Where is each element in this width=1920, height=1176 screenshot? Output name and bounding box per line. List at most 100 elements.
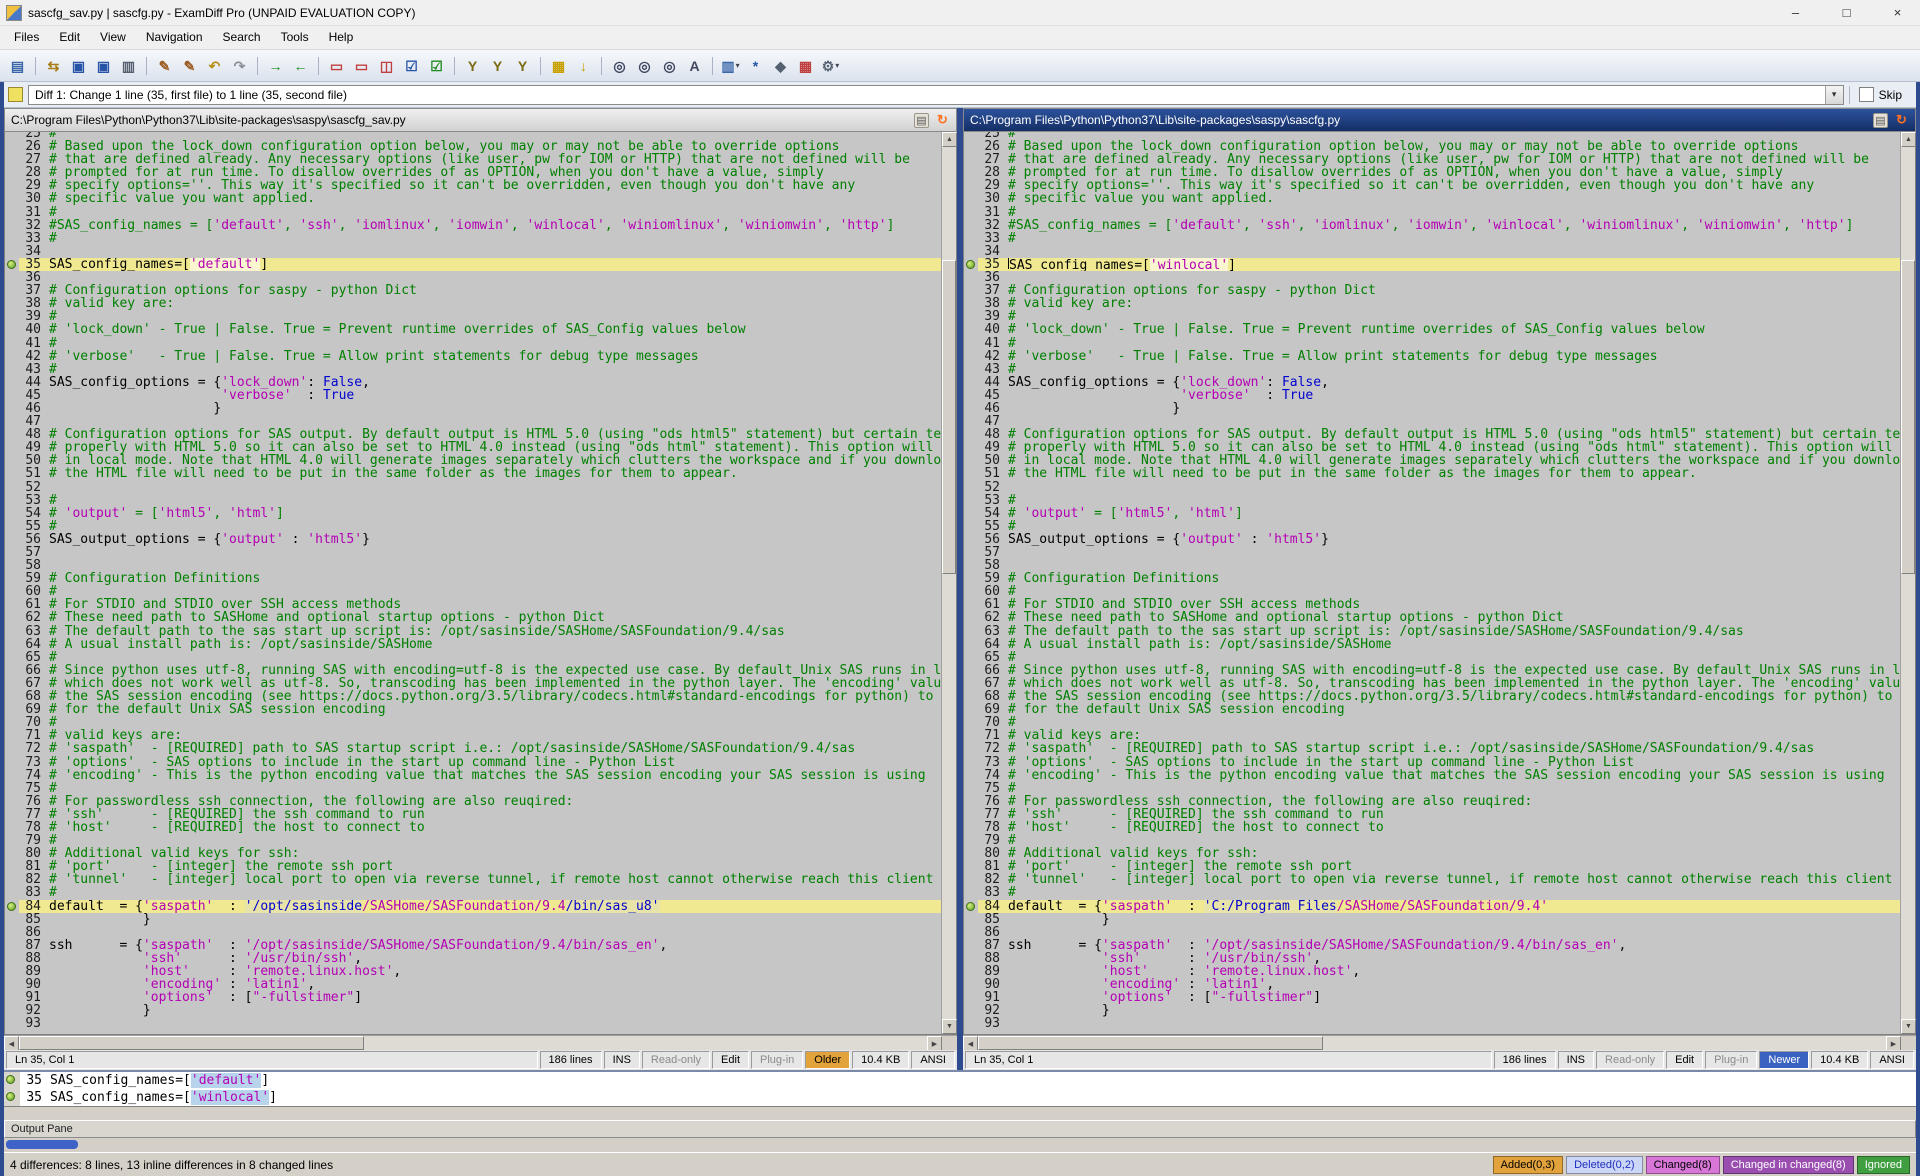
print-icon[interactable]: ▤ <box>1873 113 1888 128</box>
output-splitter[interactable] <box>4 1107 1916 1120</box>
scroll-up-icon[interactable]: ▲ <box>942 132 957 147</box>
menu-item-help[interactable]: Help <box>319 26 364 49</box>
scroll-down-icon[interactable]: ▼ <box>942 1019 957 1034</box>
menu-item-tools[interactable]: Tools <box>271 26 319 49</box>
menu-item-view[interactable]: View <box>90 26 136 49</box>
edit-second-file-icon[interactable]: ✎ <box>178 54 201 77</box>
code-text: # <box>1008 494 1900 507</box>
prev-change-icon[interactable]: ← <box>289 54 312 77</box>
scrollbar-thumb[interactable] <box>942 260 956 574</box>
scrollbar-track[interactable] <box>19 1036 927 1050</box>
current-diff-dropdown[interactable]: Diff 1: Change 1 line (35, first file) t… <box>28 85 1844 105</box>
chevron-down-icon[interactable]: ▾ <box>1825 86 1843 104</box>
next-change-icon[interactable]: → <box>264 54 287 77</box>
sync-scroll-icon[interactable]: ☑ <box>400 54 423 77</box>
horizontal-scrollbar-right[interactable]: ◀ ▶ <box>963 1035 1916 1050</box>
options-filter-icon[interactable]: Y <box>511 54 534 77</box>
skip-checkbox-icon[interactable] <box>1859 87 1874 102</box>
chevron-down-icon[interactable]: ▾ <box>835 61 839 70</box>
menu-item-navigation[interactable]: Navigation <box>136 26 213 49</box>
gutter <box>964 572 978 585</box>
find-icon[interactable]: ◎ <box>608 54 631 77</box>
redo-icon[interactable]: ↷ <box>228 54 251 77</box>
chevron-down-icon[interactable]: ▾ <box>736 61 740 70</box>
find-in-files-icon[interactable]: ◎ <box>658 54 681 77</box>
code-line: 55# <box>5 520 941 533</box>
scroll-left-icon[interactable]: ◀ <box>4 1036 19 1051</box>
print-icon[interactable]: ▤ <box>914 113 929 128</box>
scroll-right-icon[interactable]: ▶ <box>927 1036 942 1051</box>
detail-row[interactable]: 35SAS_config_names=['winlocal'] <box>4 1089 1916 1106</box>
code-area-left[interactable]: 25#26# Based upon the lock_down configur… <box>5 132 941 1034</box>
diff-detail-pane[interactable]: 35SAS_config_names=['default']35SAS_conf… <box>4 1070 1916 1107</box>
scrollbar-track[interactable] <box>978 1036 1886 1050</box>
gutter <box>964 598 978 611</box>
output-scroll-thumb[interactable] <box>6 1140 78 1149</box>
open-compare-icon[interactable]: ⇆ <box>42 54 65 77</box>
scrollbar-thumb[interactable] <box>1901 260 1915 574</box>
font-options-icon[interactable]: A <box>683 54 706 77</box>
line-filter-icon[interactable]: Y <box>486 54 509 77</box>
line-number: 72 <box>19 742 49 755</box>
code-line: 38# valid key are: <box>5 297 941 310</box>
scroll-left-icon[interactable]: ◀ <box>963 1036 978 1051</box>
gutter <box>5 297 19 310</box>
horizontal-scrollbar-left[interactable]: ◀ ▶ <box>4 1035 957 1050</box>
diff-marker-icon <box>6 1092 15 1101</box>
save-first-icon[interactable]: ▣ <box>67 54 90 77</box>
menu-item-files[interactable]: Files <box>4 26 49 49</box>
skip-control[interactable]: Skip <box>1855 87 1912 102</box>
scrollbar-thumb[interactable] <box>19 1036 364 1050</box>
menu-item-search[interactable]: Search <box>213 26 271 49</box>
gutter <box>964 179 978 192</box>
goto-line-icon[interactable]: ↓ <box>572 54 595 77</box>
code-line: 89 'host' : 'remote.linux.host', <box>964 965 1900 978</box>
file-path-header-left[interactable]: C:\Program Files\Python\Python37\Lib\sit… <box>4 108 957 132</box>
line-number: 54 <box>19 507 49 520</box>
scrollbar-thumb[interactable] <box>978 1036 1323 1050</box>
code-text: # 'ssh' - [REQUIRED] the ssh command to … <box>49 808 941 821</box>
scrollbar-track[interactable] <box>942 147 956 1019</box>
filter-icon[interactable]: Y <box>461 54 484 77</box>
scroll-down-icon[interactable]: ▼ <box>1901 1019 1916 1034</box>
file-path-header-right[interactable]: C:\Program Files\Python\Python37\Lib\sit… <box>963 108 1916 132</box>
minimize-button[interactable]: – <box>1773 0 1818 25</box>
gutter <box>5 821 19 834</box>
output-pane-header[interactable]: Output Pane <box>4 1120 1916 1138</box>
gutter <box>964 847 978 860</box>
code-line: 80# Additional valid keys for ssh: <box>964 847 1900 860</box>
scrollbar-track[interactable] <box>1901 147 1915 1019</box>
gutter <box>964 271 978 284</box>
vertical-scrollbar-right[interactable]: ▲ ▼ <box>1900 132 1915 1034</box>
current-diff-block-icon[interactable]: ▦ <box>547 54 570 77</box>
code-text: SAS_config_options = {'lock_down': False… <box>49 376 941 389</box>
reload-file-icon[interactable]: ↻ <box>1894 113 1909 128</box>
settings-gear-icon[interactable]: ⚙▾ <box>819 54 842 77</box>
color-scheme-icon[interactable]: ▦ <box>794 54 817 77</box>
gutter <box>964 716 978 729</box>
line-number: 32 <box>978 219 1008 232</box>
print-icon[interactable]: ▥ <box>117 54 140 77</box>
show-diffs-only-icon[interactable]: ☑ <box>425 54 448 77</box>
detail-row[interactable]: 35SAS_config_names=['default'] <box>4 1072 1916 1089</box>
reload-file-icon[interactable]: ↻ <box>935 113 950 128</box>
maximize-button[interactable]: □ <box>1824 0 1869 25</box>
scroll-up-icon[interactable]: ▲ <box>1901 132 1916 147</box>
vertical-scrollbar-left[interactable]: ▲ ▼ <box>941 132 956 1034</box>
layout-icon[interactable]: ▥▾ <box>719 54 742 77</box>
sessions-icon[interactable]: ▤ <box>6 54 29 77</box>
edit-first-file-icon[interactable]: ✎ <box>153 54 176 77</box>
code-area-right[interactable]: 25#26# Based upon the lock_down configur… <box>964 132 1900 1034</box>
undo-icon[interactable]: ↶ <box>203 54 226 77</box>
show-second-pane-icon[interactable]: ▭ <box>350 54 373 77</box>
show-first-pane-icon[interactable]: ▭ <box>325 54 348 77</box>
menu-item-edit[interactable]: Edit <box>49 26 90 49</box>
scroll-right-icon[interactable]: ▶ <box>1886 1036 1901 1051</box>
recompare-icon[interactable]: * <box>744 54 767 77</box>
save-second-icon[interactable]: ▣ <box>92 54 115 77</box>
plugins-icon[interactable]: ◆ <box>769 54 792 77</box>
close-button[interactable]: × <box>1875 0 1920 25</box>
gutter <box>964 939 978 952</box>
find-next-icon[interactable]: ◎ <box>633 54 656 77</box>
show-split-panes-icon[interactable]: ◫ <box>375 54 398 77</box>
